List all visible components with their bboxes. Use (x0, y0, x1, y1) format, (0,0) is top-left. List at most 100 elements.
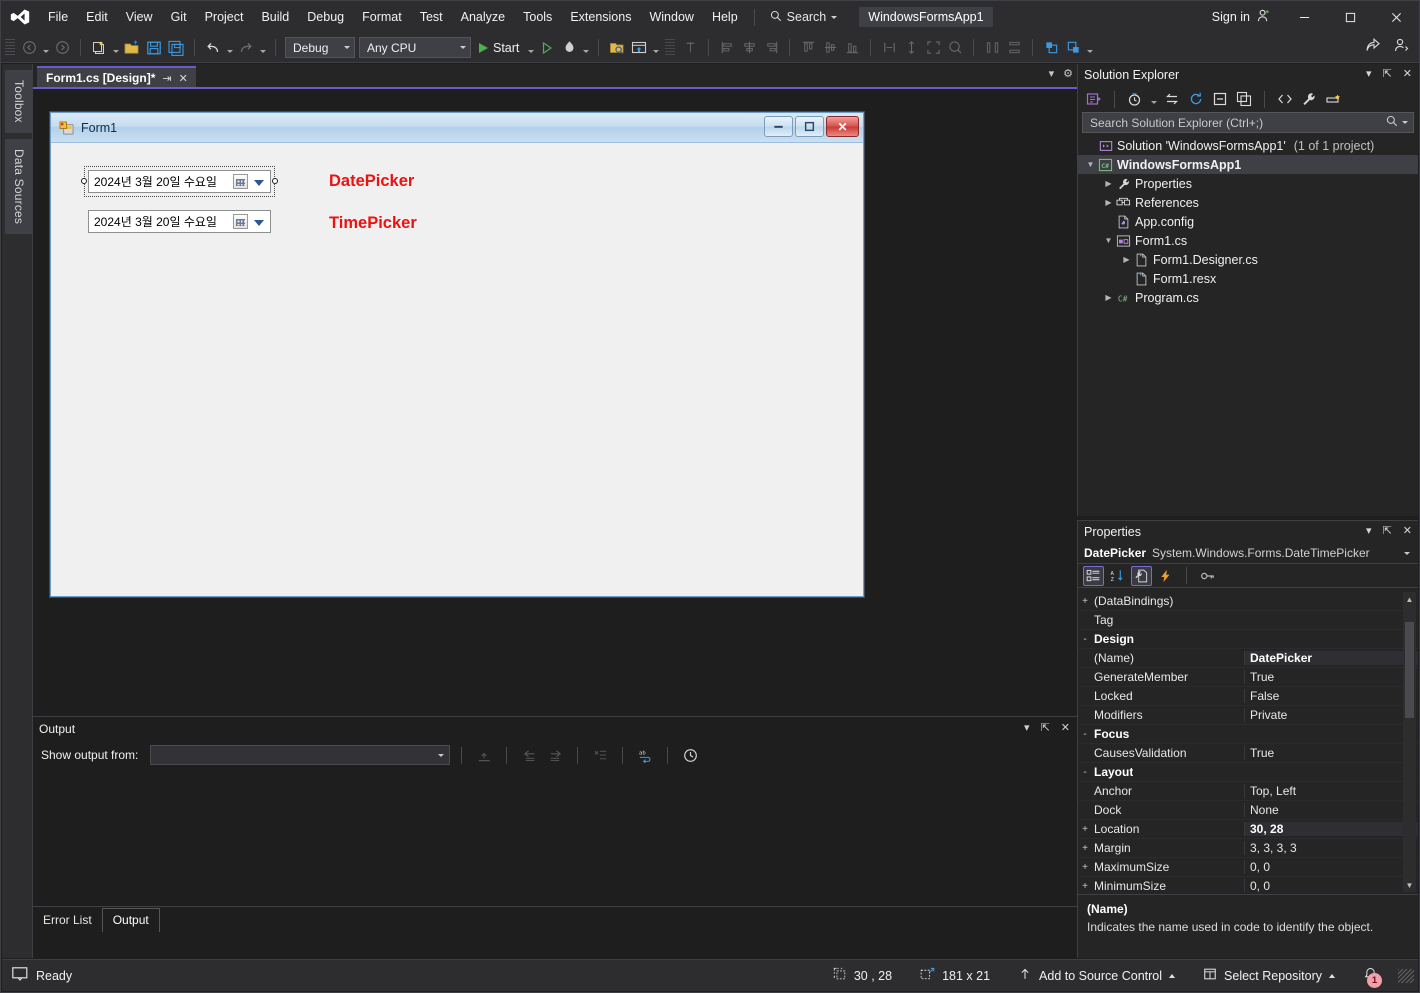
property-value[interactable]: 0, 0 (1244, 879, 1418, 892)
view-code-button[interactable] (1274, 88, 1296, 110)
refresh-button[interactable] (1185, 88, 1207, 110)
filter-chevron-down-icon[interactable] (1148, 88, 1159, 110)
hot-reload-chevron-down-icon[interactable] (580, 37, 591, 59)
timepicker-control[interactable]: 2024년 3월 20일 수요일 (88, 210, 271, 233)
align-middles-button[interactable] (819, 37, 841, 59)
solution-search-folder-button[interactable] (606, 37, 628, 59)
tree-expander-down-icon[interactable]: ▼ (1084, 160, 1097, 169)
new-project-button[interactable] (88, 37, 110, 59)
rail-tab-toolbox[interactable]: Toolbox (5, 70, 33, 133)
hot-reload-button[interactable] (558, 37, 580, 59)
menu-item-git[interactable]: Git (162, 1, 196, 33)
output-panel-pin-icon[interactable]: ⇱ (1041, 721, 1050, 734)
live-preview-chevron-down-icon[interactable] (650, 37, 661, 59)
tree-expander-right-icon[interactable]: ▶ (1120, 255, 1133, 264)
make-same-height-button[interactable] (900, 37, 922, 59)
property-row[interactable]: Dock None (1078, 801, 1418, 820)
share-icon[interactable] (1365, 37, 1381, 56)
resize-grip-left[interactable] (81, 178, 87, 184)
tab-settings-gear-icon[interactable]: ⚙ (1063, 67, 1073, 80)
menu-item-view[interactable]: View (117, 1, 162, 33)
menu-item-help[interactable]: Help (703, 1, 747, 33)
form1-minimize-button[interactable] (764, 116, 793, 137)
save-file-button[interactable] (143, 37, 165, 59)
property-value[interactable]: True (1244, 670, 1418, 684)
property-row[interactable]: Locked False (1078, 687, 1418, 706)
open-file-button[interactable] (121, 37, 143, 59)
show-output-from-dropdown[interactable] (150, 745, 451, 765)
expander-icon[interactable]: + (1078, 843, 1092, 853)
navigate-backward-chevron-down-icon[interactable] (40, 37, 51, 59)
scrollbar-thumb[interactable] (1405, 622, 1414, 718)
tree-expander-right-icon[interactable]: ▶ (1102, 198, 1115, 207)
tree-item-project[interactable]: ▼ C# WindowsFormsApp1 (1078, 155, 1418, 174)
menu-item-format[interactable]: Format (353, 1, 411, 33)
solution-explorer-tree[interactable]: Solution 'WindowsFormsApp1' (1 of 1 proj… (1078, 133, 1418, 307)
chevron-down-icon[interactable] (254, 220, 264, 226)
events-view-button[interactable] (1155, 566, 1176, 586)
chevron-down-icon[interactable] (254, 180, 264, 186)
close-tab-icon[interactable]: ✕ (179, 72, 188, 85)
tree-item-app-config[interactable]: App.config (1078, 212, 1418, 231)
expander-icon[interactable]: + (1078, 824, 1092, 834)
property-pages-key-icon[interactable] (1197, 566, 1218, 586)
save-all-button[interactable] (165, 37, 187, 59)
form1-maximize-button[interactable] (795, 116, 824, 137)
categorized-view-button[interactable] (1083, 565, 1104, 586)
dock-tab-output[interactable]: Output (101, 908, 160, 932)
calendar-icon[interactable] (233, 214, 248, 229)
menu-item-build[interactable]: Build (252, 1, 298, 33)
tree-expander-down-icon[interactable]: ▼ (1102, 236, 1115, 245)
feedback-person-icon[interactable] (1393, 37, 1409, 56)
properties-grid-scrollbar[interactable]: ▲ ▼ (1403, 592, 1416, 892)
expander-icon[interactable]: + (1078, 862, 1092, 872)
menu-item-file[interactable]: File (39, 1, 77, 33)
tree-expander-right-icon[interactable]: ▶ (1102, 293, 1115, 302)
properties-grid[interactable]: + (DataBindings) Tag - Design (Name) Dat… (1078, 592, 1418, 892)
vertical-spacing-button[interactable] (1003, 37, 1025, 59)
property-value[interactable]: False (1244, 689, 1418, 703)
dock-tab-error-list[interactable]: Error List (33, 909, 102, 932)
solution-configuration-dropdown[interactable]: Debug (285, 37, 355, 58)
solution-platform-dropdown[interactable]: Any CPU (359, 37, 471, 58)
zoom-button[interactable] (944, 37, 966, 59)
property-row[interactable]: + MinimumSize 0, 0 (1078, 877, 1418, 892)
rail-tab-data-sources[interactable]: Data Sources (5, 138, 33, 234)
property-row[interactable]: + (DataBindings) (1078, 592, 1418, 611)
show-timestamps-button[interactable] (679, 744, 701, 766)
menu-item-debug[interactable]: Debug (298, 1, 353, 33)
form1-close-button[interactable]: ✕ (826, 116, 859, 137)
preview-selected-items-button[interactable] (1322, 88, 1344, 110)
property-value[interactable]: 0, 0 (1244, 860, 1418, 874)
property-value[interactable]: Private (1244, 708, 1418, 722)
minimize-window-button[interactable] (1281, 1, 1327, 33)
output-panel-close-icon[interactable]: ✕ (1061, 721, 1070, 734)
tree-item-form1-cs[interactable]: ▼ Form1.cs (1078, 231, 1418, 250)
expander-icon[interactable]: + (1078, 596, 1092, 606)
solution-explorer-chevron-down-icon[interactable]: ▾ (1366, 67, 1372, 80)
bring-to-front-button[interactable] (1040, 37, 1062, 59)
properties-button[interactable] (1298, 88, 1320, 110)
search-button[interactable]: Search (762, 6, 846, 28)
menu-item-tools[interactable]: Tools (514, 1, 561, 33)
navigate-backward-button[interactable] (18, 37, 40, 59)
go-to-previous-message-button[interactable] (518, 744, 540, 766)
tree-expander-right-icon[interactable]: ▶ (1102, 179, 1115, 188)
horizontal-spacing-button[interactable] (981, 37, 1003, 59)
expander-icon[interactable]: - (1078, 729, 1092, 739)
align-centers-button[interactable] (738, 37, 760, 59)
align-rights-button[interactable] (760, 37, 782, 59)
menu-item-edit[interactable]: Edit (77, 1, 117, 33)
chevron-down-icon[interactable] (1402, 121, 1408, 124)
tree-item-properties[interactable]: ▶ Properties (1078, 174, 1418, 193)
align-bottoms-button[interactable] (841, 37, 863, 59)
toggle-word-wrap-button[interactable]: ab (634, 744, 656, 766)
property-row[interactable]: + MaximumSize 0, 0 (1078, 858, 1418, 877)
align-tops-button[interactable] (797, 37, 819, 59)
menu-item-window[interactable]: Window (640, 1, 702, 33)
show-all-files-button[interactable] (1233, 88, 1255, 110)
output-panel-chevron-down-icon[interactable]: ▾ (1024, 721, 1030, 734)
property-category-row[interactable]: - Design (1078, 630, 1418, 649)
redo-button[interactable] (235, 37, 257, 59)
solution-explorer-view-button[interactable] (1083, 88, 1105, 110)
